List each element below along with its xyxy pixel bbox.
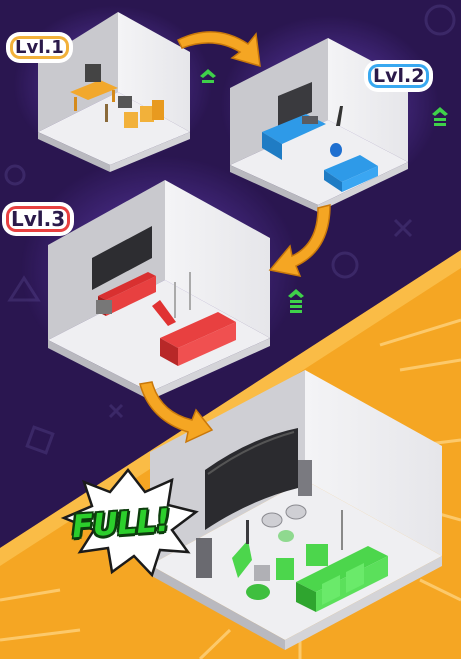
upgrade-promo-screen: Lvl.1 Lvl.2 Lvl.3 FULL! [0, 0, 461, 659]
level-label-1: Lvl.1 [15, 37, 64, 58]
level-label-2: Lvl.2 [373, 65, 425, 87]
level-badge-2: Lvl.2 [368, 64, 430, 88]
full-badge-text: FULL! [70, 502, 171, 546]
level-label-3: Lvl.3 [11, 207, 66, 231]
level-badge-3: Lvl.3 [6, 206, 71, 232]
level-badge-1: Lvl.1 [10, 36, 69, 59]
scene-illustration [0, 0, 461, 659]
